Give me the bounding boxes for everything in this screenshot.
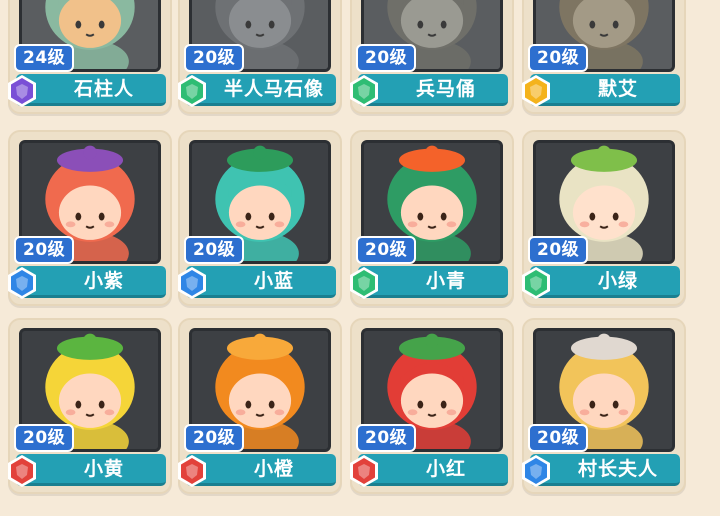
- level-badge: 20级: [184, 236, 245, 264]
- character-name-label: 小青: [358, 266, 508, 298]
- character-card[interactable]: 小绿 20级: [522, 130, 686, 306]
- level-badge: 20级: [528, 44, 589, 72]
- character-name-label: 小黄: [16, 454, 166, 486]
- character-card[interactable]: 半人马石像 20级: [178, 0, 342, 114]
- level-badge: 20级: [356, 44, 417, 72]
- character-name-label: 石柱人: [16, 74, 166, 106]
- blue-rarity-badge-icon: [178, 267, 206, 299]
- character-card[interactable]: 石柱人 24级: [8, 0, 172, 114]
- green-rarity-badge-icon: [350, 75, 378, 107]
- character-card[interactable]: 小紫 20级: [8, 130, 172, 306]
- character-card[interactable]: 村长夫人 20级: [522, 318, 686, 494]
- red-rarity-badge-icon: [350, 455, 378, 487]
- level-badge: 24级: [14, 44, 75, 72]
- purple-rarity-badge-icon: [8, 75, 36, 107]
- level-badge: 20级: [528, 236, 589, 264]
- character-name-label: 默艾: [530, 74, 680, 106]
- red-rarity-badge-icon: [178, 455, 206, 487]
- character-card[interactable]: 兵马俑 20级: [350, 0, 514, 114]
- level-badge: 20级: [14, 236, 75, 264]
- level-badge: 20级: [14, 424, 75, 452]
- blue-rarity-badge-icon: [8, 267, 36, 299]
- character-card[interactable]: 小红 20级: [350, 318, 514, 494]
- level-badge: 20级: [356, 424, 417, 452]
- level-badge: 20级: [528, 424, 589, 452]
- green-rarity-badge-icon: [350, 267, 378, 299]
- character-name-label: 小紫: [16, 266, 166, 298]
- level-badge: 20级: [184, 424, 245, 452]
- character-name-label: 小绿: [530, 266, 680, 298]
- character-name-label: 小红: [358, 454, 508, 486]
- character-card[interactable]: 小蓝 20级: [178, 130, 342, 306]
- blue-rarity-badge-icon: [522, 455, 550, 487]
- red-rarity-badge-icon: [8, 455, 36, 487]
- green-rarity-badge-icon: [178, 75, 206, 107]
- character-name-label: 村长夫人: [530, 454, 680, 486]
- character-card[interactable]: 默艾 20级: [522, 0, 686, 114]
- character-name-label: 兵马俑: [358, 74, 508, 106]
- gold-rarity-badge-icon: [522, 75, 550, 107]
- character-card[interactable]: 小黄 20级: [8, 318, 172, 494]
- level-badge: 20级: [356, 236, 417, 264]
- character-card[interactable]: 小青 20级: [350, 130, 514, 306]
- green-rarity-badge-icon: [522, 267, 550, 299]
- character-name-label: 小橙: [186, 454, 336, 486]
- character-card[interactable]: 小橙 20级: [178, 318, 342, 494]
- character-name-label: 半人马石像: [186, 74, 336, 106]
- character-name-label: 小蓝: [186, 266, 336, 298]
- character-grid: 石柱人 24级 半人马石像 20级 兵马俑 20级 默艾 20级 小紫 20级 小蓝 20级 小青 20级…: [0, 0, 720, 516]
- level-badge: 20级: [184, 44, 245, 72]
